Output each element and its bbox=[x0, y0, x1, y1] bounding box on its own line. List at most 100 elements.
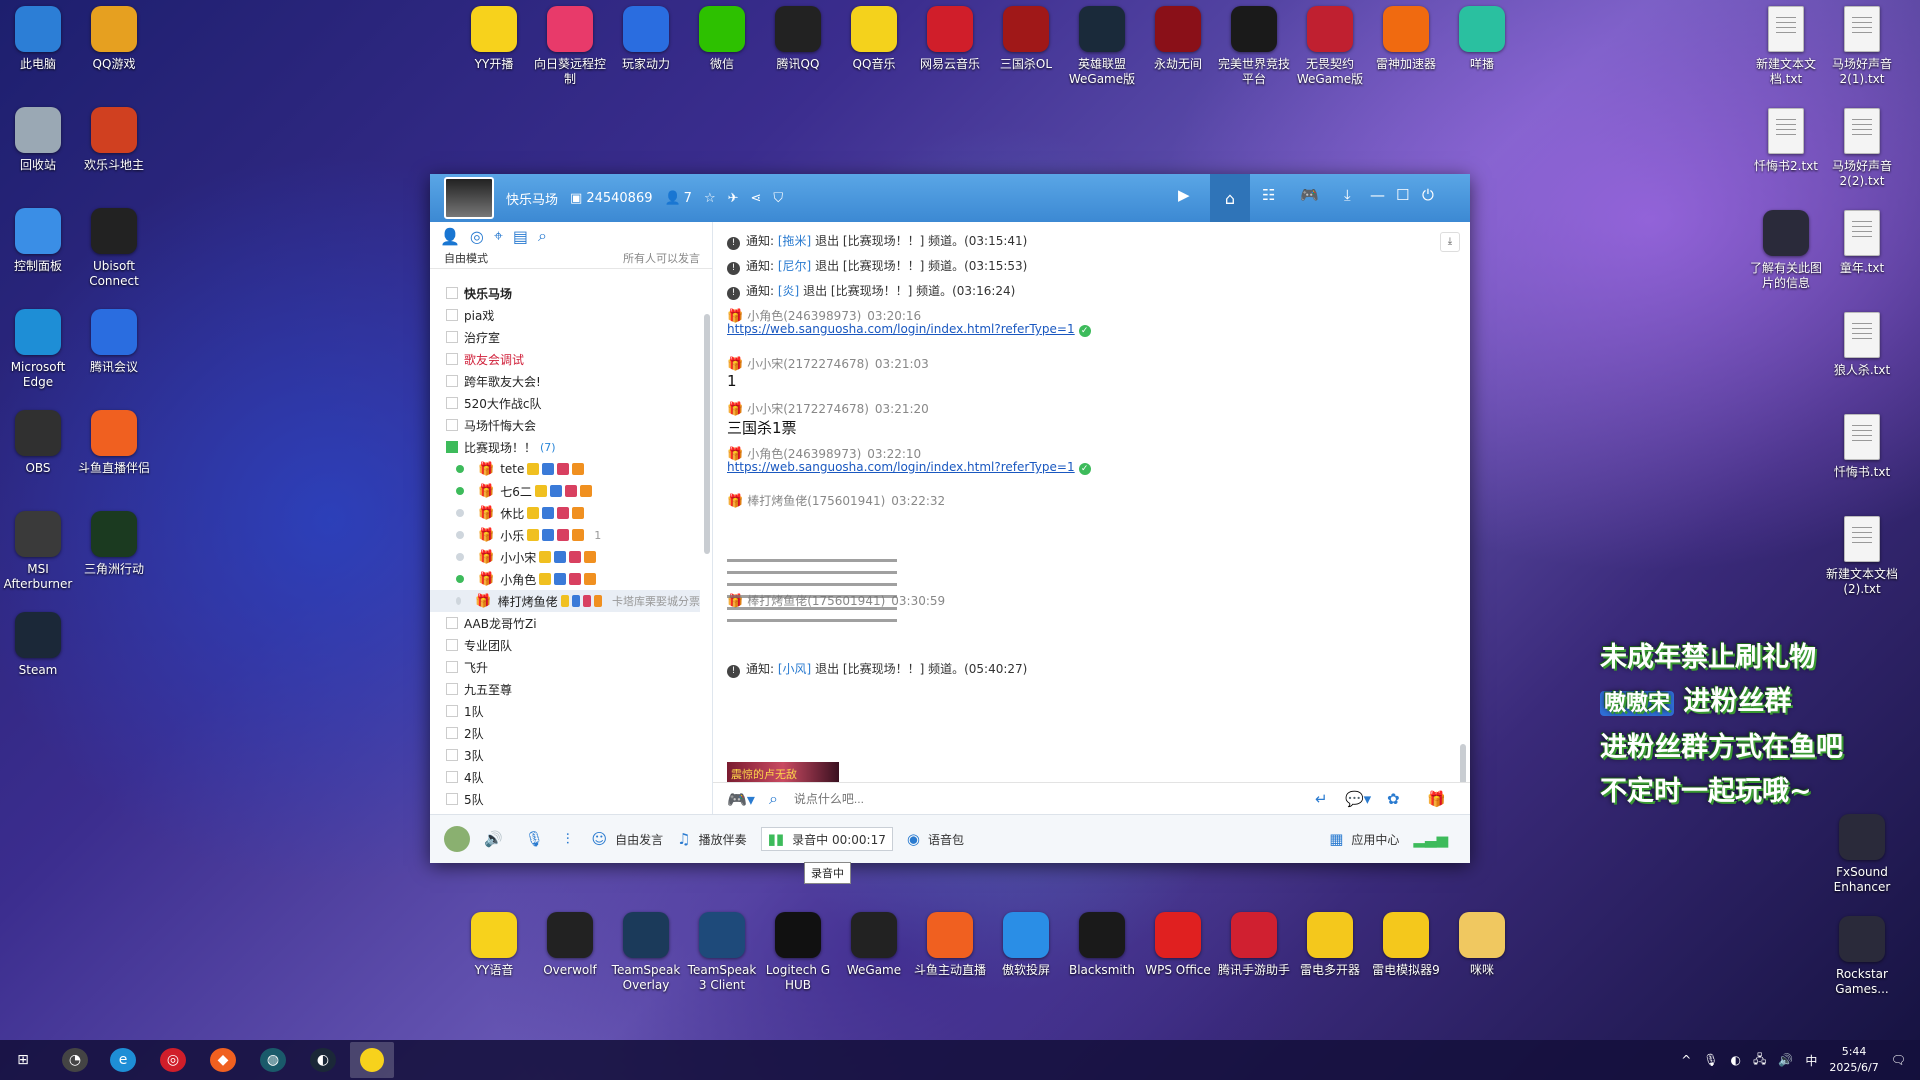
yy-title-bar[interactable]: 快乐马场 ▣ 24540869 👤 7 ☆ ✈ ⋖ ⛉ ▶ ⌂ ☷ 🎮 ⤓ — … bbox=[430, 174, 1470, 222]
desktop-shortcut[interactable]: 腾讯手游助手 bbox=[1216, 912, 1292, 978]
user-icon[interactable]: 👤 bbox=[440, 227, 460, 246]
headset-icon[interactable]: ◎ bbox=[470, 227, 484, 246]
image-thumbnail[interactable]: 震惊的卢无敌 bbox=[727, 762, 839, 782]
member-item[interactable]: 🎁 棒打烤鱼佬 卡塔库栗娶城分票 bbox=[430, 590, 700, 612]
tray-network-icon[interactable]: 🖧 bbox=[1753, 1050, 1766, 1071]
desktop-shortcut[interactable]: 腾讯会议 bbox=[76, 309, 152, 375]
chat-scrollbar[interactable] bbox=[1460, 744, 1466, 782]
notice-user[interactable]: [拖米] bbox=[778, 234, 811, 248]
sender-name[interactable]: 小角色(246398973) bbox=[747, 309, 861, 323]
search-icon[interactable]: ⌕ bbox=[538, 226, 547, 246]
desktop-shortcut[interactable]: 玩家动力 bbox=[608, 6, 684, 72]
channel-item[interactable]: 520大作战c队 bbox=[430, 392, 700, 414]
sender-name[interactable]: 小角色(246398973) bbox=[747, 447, 861, 461]
taskbar-fxsound-icon[interactable]: ◍ bbox=[260, 1048, 286, 1072]
desktop-shortcut[interactable]: 马场好声音2(2).txt bbox=[1824, 108, 1900, 189]
channel-item-active[interactable]: 比赛现场！！ (7) bbox=[430, 436, 700, 458]
message-input[interactable] bbox=[791, 791, 1256, 807]
mode-label[interactable]: 自由模式 bbox=[444, 250, 488, 268]
desktop-shortcut[interactable]: 咪咪 bbox=[1444, 912, 1520, 978]
desktop-shortcut[interactable]: TeamSpeak 3 Client bbox=[684, 912, 760, 993]
desktop-shortcut[interactable]: 雷电多开器 bbox=[1292, 912, 1368, 978]
desktop-shortcut[interactable]: 雷神加速器 bbox=[1368, 6, 1444, 72]
channel-item[interactable]: 5队 bbox=[430, 788, 700, 810]
desktop-shortcut[interactable]: 马场好声音2(1).txt bbox=[1824, 6, 1900, 87]
power-icon[interactable]: ⏻ bbox=[1422, 186, 1434, 204]
speaker-button[interactable]: 🔊 bbox=[484, 830, 511, 848]
mic-button[interactable]: 🎙 bbox=[525, 830, 552, 848]
message-link[interactable]: https://web.sanguosha.com/login/index.ht… bbox=[727, 322, 1075, 336]
desktop-shortcut[interactable]: Microsoft Edge bbox=[0, 309, 76, 390]
share-icon[interactable]: ⋖ bbox=[751, 191, 762, 206]
desktop-shortcut[interactable]: 腾讯QQ bbox=[760, 6, 836, 72]
desktop-shortcut[interactable]: 斗鱼主动直播 bbox=[912, 912, 988, 978]
emoji-gamepad-icon[interactable]: 🎮▾ bbox=[727, 790, 755, 809]
channel-item[interactable]: AAB龙哥竹Zi bbox=[430, 612, 700, 634]
sender-name[interactable]: 棒打烤鱼佬(175601941) bbox=[747, 494, 885, 508]
desktop-shortcut[interactable]: 了解有关此图片的信息 bbox=[1748, 210, 1824, 291]
play-music-button[interactable]: ♫ 播放伴奏 bbox=[677, 830, 746, 848]
desktop-shortcut[interactable]: 忏悔书.txt bbox=[1824, 414, 1900, 480]
taskbar-clock-app-icon[interactable]: ◔ bbox=[62, 1048, 88, 1072]
message-link-row[interactable]: https://web.sanguosha.com/login/index.ht… bbox=[727, 322, 1091, 337]
desktop-shortcut[interactable]: 无畏契约WeGame版 bbox=[1292, 6, 1368, 87]
taskbar-yy-icon[interactable] bbox=[350, 1042, 394, 1078]
gift-icon[interactable]: 🎁 bbox=[1427, 790, 1446, 808]
taskbar-douyu-icon[interactable]: ◆ bbox=[210, 1048, 236, 1072]
desktop-shortcut[interactable]: 向日葵远程控制 bbox=[532, 6, 608, 87]
notice-user[interactable]: [尼尔] bbox=[778, 259, 811, 273]
taskbar-clock[interactable]: 5:44 2025/6/7 bbox=[1829, 1044, 1878, 1076]
desktop-shortcut[interactable]: Steam bbox=[0, 612, 76, 678]
channel-item[interactable]: 九五至尊 bbox=[430, 678, 700, 700]
recording-button[interactable]: ▮▮ 录音中 00:00:17 bbox=[760, 827, 893, 851]
start-icon[interactable]: ⊞ bbox=[10, 1048, 36, 1072]
desktop-shortcut[interactable]: Logitech G HUB bbox=[760, 912, 836, 993]
desktop-shortcut[interactable]: FxSound Enhancer bbox=[1824, 814, 1900, 895]
desktop-shortcut[interactable]: 微信 bbox=[684, 6, 760, 72]
voice-pack-button[interactable]: ◉ 语音包 bbox=[907, 830, 964, 848]
channel-item[interactable]: 马场忏悔大会 bbox=[430, 414, 700, 436]
download-icon[interactable]: ⤓ bbox=[1344, 186, 1351, 204]
home-tab[interactable]: ⌂ bbox=[1210, 174, 1250, 222]
channel-avatar[interactable] bbox=[444, 177, 494, 219]
signal-button[interactable]: ▂▃▅ bbox=[1413, 830, 1456, 848]
shield-icon[interactable]: ⛉ bbox=[773, 191, 783, 206]
desktop-shortcut[interactable]: 忏悔书2.txt bbox=[1748, 108, 1824, 174]
desktop-shortcut[interactable]: Ubisoft Connect bbox=[76, 208, 152, 289]
channel-item[interactable]: 飞升 bbox=[430, 656, 700, 678]
tray-mic-icon[interactable]: 🎙 bbox=[1703, 1053, 1718, 1067]
desktop-shortcut[interactable]: Blacksmith bbox=[1064, 912, 1140, 978]
desktop-shortcut[interactable]: 此电脑 bbox=[0, 6, 76, 72]
desktop-shortcut[interactable]: 控制面板 bbox=[0, 208, 76, 274]
member-item[interactable]: 🎁 小角色 bbox=[430, 568, 700, 590]
desktop-shortcut[interactable]: 永劫无间 bbox=[1140, 6, 1216, 72]
member-item[interactable]: 🎁 小乐 1 bbox=[430, 524, 700, 546]
channel-item[interactable]: 跨年歌友大会! bbox=[430, 370, 700, 392]
desktop-shortcut[interactable]: QQ音乐 bbox=[836, 6, 912, 72]
desktop-shortcut[interactable]: 三国杀OL bbox=[988, 6, 1064, 72]
desktop-shortcut[interactable]: 雷电模拟器9 bbox=[1368, 912, 1444, 978]
desktop-shortcut[interactable]: 完美世界竞技平台 bbox=[1216, 6, 1292, 87]
desktop-shortcut[interactable]: YY语音 bbox=[456, 912, 532, 978]
tray-ime[interactable]: 中 bbox=[1805, 1052, 1817, 1069]
desktop-shortcut[interactable]: 狼人杀.txt bbox=[1824, 312, 1900, 378]
maximize-icon[interactable]: ☐ bbox=[1396, 186, 1409, 204]
channel-item[interactable]: 2队 bbox=[430, 722, 700, 744]
my-avatar[interactable] bbox=[444, 826, 470, 852]
tray-steam-icon[interactable]: ◐ bbox=[1731, 1053, 1741, 1067]
tray-volume-icon[interactable]: 🔊 bbox=[1778, 1053, 1793, 1067]
desktop-shortcut[interactable]: WeGame bbox=[836, 912, 912, 978]
list-icon[interactable]: ☷ bbox=[1262, 186, 1275, 204]
desktop-shortcut[interactable]: 欢乐斗地主 bbox=[76, 107, 152, 173]
desktop-shortcut[interactable]: YY开播 bbox=[456, 6, 532, 72]
desktop-shortcut[interactable]: WPS Office bbox=[1140, 912, 1216, 978]
taskbar-edge-icon[interactable]: e bbox=[110, 1048, 136, 1072]
desktop-shortcut[interactable]: 回收站 bbox=[0, 107, 76, 173]
chat-bubble-icon[interactable]: 💬▾ bbox=[1345, 790, 1371, 808]
channel-item[interactable]: 治疗室 bbox=[430, 326, 700, 348]
favorite-icon[interactable]: ☆ bbox=[704, 191, 716, 206]
member-item[interactable]: 🎁 休比 bbox=[430, 502, 700, 524]
app-center-button[interactable]: ▦ 应用中心 bbox=[1329, 830, 1399, 848]
message-link[interactable]: https://web.sanguosha.com/login/index.ht… bbox=[727, 460, 1075, 474]
desktop-shortcut[interactable]: QQ游戏 bbox=[76, 6, 152, 72]
